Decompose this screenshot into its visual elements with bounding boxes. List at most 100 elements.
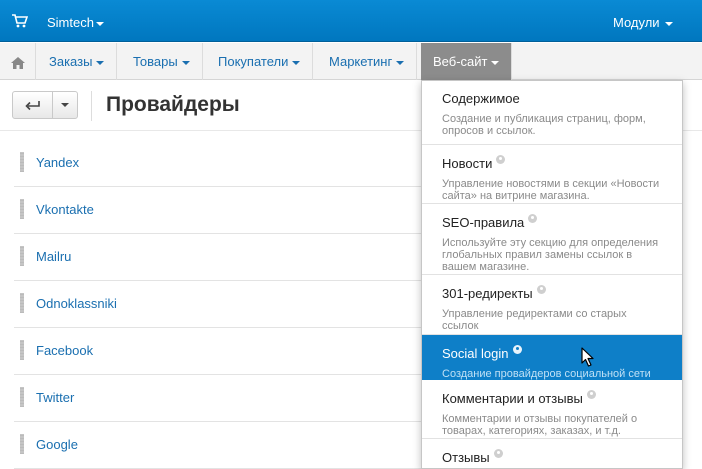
menu-item-title-row: Комментарии и отзывы bbox=[442, 390, 662, 406]
menu-item-title-row: SEO-правила bbox=[442, 214, 662, 230]
menu-item-desc-line: Комментарии и отзывы покупателей о bbox=[442, 413, 638, 425]
drag-handle-icon[interactable] bbox=[20, 199, 24, 219]
menu-item-desc-line: опросов и ссылок. bbox=[442, 125, 536, 137]
list-item: Facebook bbox=[14, 328, 424, 375]
top-bar: Simtech Модули bbox=[0, 0, 702, 42]
menu-item-desc-line: сайта» на витрине магазина. bbox=[442, 190, 590, 202]
menu-item-title: Содержимое bbox=[442, 91, 520, 106]
menu-item-desc-line: товарах, категориях, заказах, и т.д. bbox=[442, 425, 621, 437]
menu-item-desc-line: Управление новостями в секции «Новости bbox=[442, 178, 660, 190]
info-icon bbox=[512, 345, 522, 354]
list-item: Twitter bbox=[14, 375, 424, 422]
menu-item-content[interactable]: Содержимое Создание и публикация страниц… bbox=[422, 81, 682, 145]
provider-link[interactable]: Twitter bbox=[36, 390, 74, 405]
drag-handle-icon[interactable] bbox=[20, 152, 24, 172]
menu-item-title-row: Новости bbox=[442, 155, 662, 171]
menu-item-title: 301-редиректы bbox=[442, 286, 533, 301]
mouse-cursor-icon bbox=[581, 347, 594, 367]
menu-item-description: Управление новостями в секции «Новости с… bbox=[442, 178, 662, 202]
back-dropdown-toggle[interactable] bbox=[53, 92, 77, 118]
list-item: Yandex bbox=[14, 140, 424, 187]
list-item: Mailru bbox=[14, 234, 424, 281]
drag-handle-icon[interactable] bbox=[20, 434, 24, 454]
info-icon bbox=[496, 155, 506, 164]
home-button[interactable] bbox=[0, 43, 36, 80]
chevron-down-icon bbox=[61, 103, 69, 107]
list-item: Vkontakte bbox=[14, 187, 424, 234]
menu-item-title-row: Social login bbox=[442, 345, 662, 361]
menu-item-title-row: 301-редиректы bbox=[442, 285, 662, 301]
nav-marketing-label: Маркетинг bbox=[329, 54, 393, 69]
provider-link[interactable]: Odnoklassniki bbox=[36, 296, 117, 311]
list-item: Google bbox=[14, 422, 424, 469]
menu-item-news[interactable]: Новости Управление новостями в секции «Н… bbox=[422, 145, 682, 204]
back-arrow-icon bbox=[24, 101, 40, 111]
chevron-down-icon bbox=[95, 21, 104, 26]
main-nav: Заказы Товары Покупатели Маркетинг Веб-с… bbox=[0, 43, 702, 80]
menu-item-desc-line: Управление редиректами со старых bbox=[442, 308, 627, 320]
page-title: Провайдеры bbox=[106, 93, 240, 116]
menu-item-desc-line: ссылок bbox=[442, 320, 479, 332]
provider-link[interactable]: Mailru bbox=[36, 249, 71, 264]
menu-item-title: Отзывы bbox=[442, 450, 490, 465]
drag-handle-icon[interactable] bbox=[20, 387, 24, 407]
menu-item-title: SEO-правила bbox=[442, 215, 525, 230]
drag-handle-icon[interactable] bbox=[20, 293, 24, 313]
menu-item-desc-line: Используйте эту секцию для определения bbox=[442, 237, 659, 249]
menu-item-title-row: Отзывы bbox=[442, 449, 662, 465]
drag-handle-icon[interactable] bbox=[20, 340, 24, 360]
menu-item-description: Комментарии и отзывы покупателей о товар… bbox=[442, 413, 662, 437]
menu-item-description: Создание и публикация страниц, форм, опр… bbox=[442, 113, 662, 137]
chevron-down-icon bbox=[491, 60, 500, 65]
menu-item-desc-line: Создание и публикация страниц, форм, bbox=[442, 113, 646, 125]
store-name: Simtech bbox=[47, 15, 94, 30]
provider-link[interactable]: Facebook bbox=[36, 343, 93, 358]
nav-products-label: Товары bbox=[133, 54, 178, 69]
home-icon bbox=[10, 56, 25, 69]
cart-icon[interactable] bbox=[12, 14, 28, 28]
nav-website[interactable]: Веб-сайт bbox=[421, 43, 513, 80]
menu-item-reviews[interactable]: Отзывы bbox=[422, 439, 682, 468]
nav-customers[interactable]: Покупатели bbox=[206, 43, 314, 80]
menu-item-desc-line: Создание провайдеров социальной сети bbox=[442, 368, 651, 380]
menu-item-seo-rules[interactable]: SEO-правила Используйте эту секцию для о… bbox=[422, 204, 682, 275]
menu-item-comments-reviews[interactable]: Комментарии и отзывы Комментарии и отзыв… bbox=[422, 380, 682, 439]
nav-customers-label: Покупатели bbox=[218, 54, 289, 69]
menu-item-redirects[interactable]: 301-редиректы Управление редиректами со … bbox=[422, 275, 682, 335]
provider-link[interactable]: Google bbox=[36, 437, 78, 452]
chevron-down-icon bbox=[396, 60, 405, 65]
nav-orders-label: Заказы bbox=[49, 54, 93, 69]
menu-item-social-login[interactable]: Social login Создание провайдеров социал… bbox=[422, 335, 682, 380]
drag-handle-icon[interactable] bbox=[20, 246, 24, 266]
modules-label: Модули bbox=[613, 15, 660, 30]
nav-website-label: Веб-сайт bbox=[433, 54, 488, 69]
chevron-down-icon bbox=[96, 60, 105, 65]
back-button[interactable] bbox=[13, 92, 53, 118]
info-icon bbox=[536, 285, 546, 294]
provider-link[interactable]: Vkontakte bbox=[36, 202, 94, 217]
info-icon bbox=[586, 390, 596, 399]
menu-item-title: Social login bbox=[442, 346, 509, 361]
info-icon bbox=[493, 449, 503, 458]
info-icon bbox=[528, 214, 538, 223]
chevron-down-icon bbox=[181, 60, 190, 65]
chevron-down-icon bbox=[292, 60, 301, 65]
nav-products[interactable]: Товары bbox=[121, 43, 203, 80]
menu-item-title: Комментарии и отзывы bbox=[442, 391, 583, 406]
nav-marketing[interactable]: Маркетинг bbox=[317, 43, 418, 80]
back-button-group bbox=[12, 91, 78, 119]
website-dropdown-menu: Содержимое Создание и публикация страниц… bbox=[421, 80, 683, 469]
nav-orders[interactable]: Заказы bbox=[37, 43, 118, 80]
menu-item-description: Управление редиректами со старых ссылок bbox=[442, 308, 662, 332]
providers-list: Yandex Vkontakte Mailru Odnoklassniki Fa… bbox=[14, 140, 424, 469]
menu-item-description: Используйте эту секцию для определения г… bbox=[442, 237, 662, 273]
list-item: Odnoklassniki bbox=[14, 281, 424, 328]
store-selector[interactable]: Simtech bbox=[47, 15, 104, 30]
menu-item-description: Создание провайдеров социальной сети bbox=[442, 368, 662, 380]
menu-item-desc-line: вашем магазине. bbox=[442, 261, 530, 273]
chevron-down-icon bbox=[665, 21, 674, 26]
menu-item-title: Новости bbox=[442, 156, 493, 171]
provider-link[interactable]: Yandex bbox=[36, 155, 79, 170]
modules-menu[interactable]: Модули bbox=[613, 15, 674, 30]
toolbar-divider bbox=[91, 91, 92, 121]
